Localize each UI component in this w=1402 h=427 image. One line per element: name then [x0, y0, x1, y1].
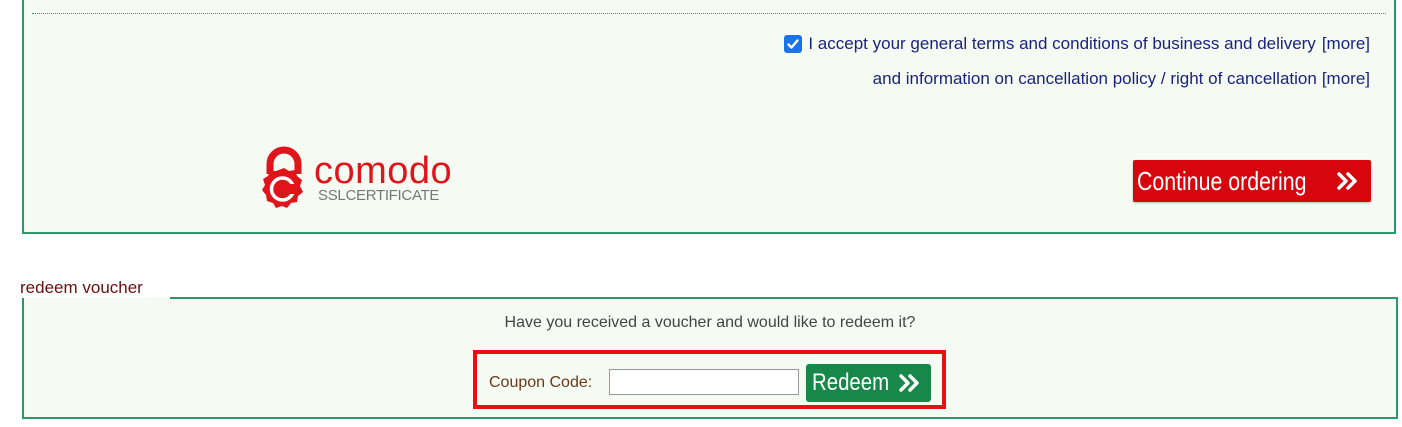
redeem-label: Redeem	[812, 369, 890, 396]
voucher-fieldset-top-border	[170, 297, 1398, 299]
ssl-certificate-text: SSLCERTIFICATE	[318, 187, 440, 204]
terms-row: I accept your general terms and conditio…	[784, 33, 1370, 55]
coupon-code-label: Coupon Code:	[489, 374, 593, 391]
comodo-wordmark: comodo	[314, 150, 453, 192]
terms-text: I accept your general terms and conditio…	[808, 34, 1316, 53]
coupon-code-input[interactable]	[609, 369, 799, 395]
voucher-question: Have you received a voucher and would li…	[504, 314, 916, 331]
cancellation-more-link[interactable]: [more]	[1322, 69, 1370, 89]
comodo-ssl-logo: comodo SSLCERTIFICATE	[252, 144, 482, 216]
continue-ordering-button[interactable]: Continue ordering	[1133, 160, 1371, 202]
padlock-icon	[262, 146, 303, 208]
terms-more-link[interactable]: [more]	[1322, 34, 1370, 54]
double-chevron-right-icon	[1337, 172, 1357, 190]
double-chevron-right-icon	[899, 374, 919, 392]
redeem-button[interactable]: Redeem	[806, 364, 931, 402]
continue-ordering-label: Continue ordering	[1137, 165, 1307, 196]
terms-checkbox[interactable]	[784, 35, 803, 53]
order-panel: I accept your general terms and conditio…	[22, 0, 1396, 234]
dotted-divider	[32, 13, 1386, 14]
voucher-legend: redeem voucher	[20, 278, 147, 298]
voucher-panel: Have you received a voucher and would li…	[22, 297, 1398, 419]
check-icon	[787, 39, 800, 49]
coupon-highlight-frame: Coupon Code: Redeem	[473, 350, 946, 409]
cancellation-text: and information on cancellation policy /…	[872, 69, 1317, 88]
cancellation-row: and information on cancellation policy /…	[873, 68, 1370, 90]
